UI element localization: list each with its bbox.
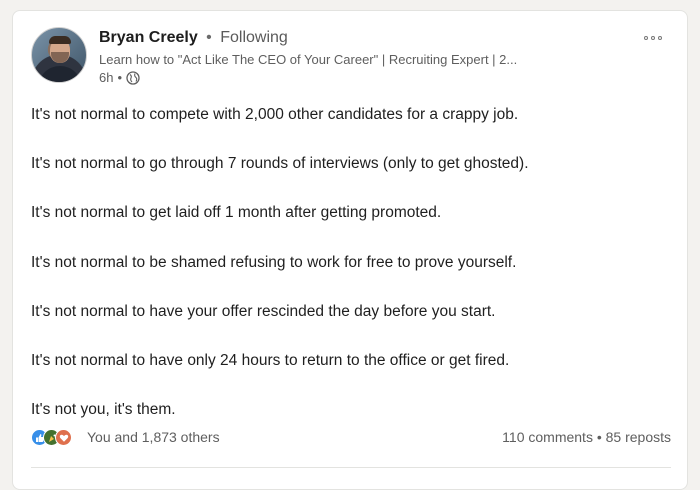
post-card: Bryan Creely • Following Learn how to "A… (12, 10, 688, 490)
author-name-row: Bryan Creely • Following (99, 29, 288, 47)
post-time: 6h (99, 70, 114, 85)
globe-icon (126, 70, 140, 85)
author-headline: Learn how to "Act Like The CEO of Your C… (99, 52, 518, 67)
post-line: It's not normal to compete with 2,000 ot… (31, 106, 519, 123)
reaction-icons[interactable] (31, 429, 72, 446)
post-line: It's not normal to go through 7 rounds o… (31, 155, 529, 173)
reactions-summary[interactable]: You and 1,873 others (87, 429, 220, 445)
author-avatar[interactable] (31, 27, 87, 83)
love-icon (55, 429, 72, 446)
post-line: It's not normal to be shamed refusing to… (31, 253, 517, 271)
author-name[interactable]: Bryan Creely (99, 29, 198, 46)
counts-separator: • (596, 429, 602, 445)
footer-divider (31, 467, 671, 468)
follow-status[interactable]: Following (220, 29, 288, 46)
post-header: Bryan Creely • Following Learn how to "A… (31, 27, 671, 87)
post-meta: 6h • (99, 70, 140, 85)
comments-count[interactable]: 110 comments (502, 429, 593, 445)
separator-dot: • (206, 29, 212, 46)
time-separator: • (117, 70, 123, 85)
more-options-icon[interactable] (641, 31, 665, 45)
post-line: It's not normal to have your offer resci… (31, 302, 496, 320)
post-line: It's not normal to get laid off 1 month … (31, 204, 442, 222)
post-line: It's not normal to have only 24 hours to… (31, 351, 510, 369)
post-body: It's not normal to compete with 2,000 ot… (31, 105, 671, 449)
social-counts-bar: You and 1,873 others 110 comments • 85 r… (31, 426, 671, 450)
reposts-count[interactable]: 85 reposts (606, 429, 671, 445)
engagement-counts: 110 comments • 85 reposts (502, 429, 671, 445)
